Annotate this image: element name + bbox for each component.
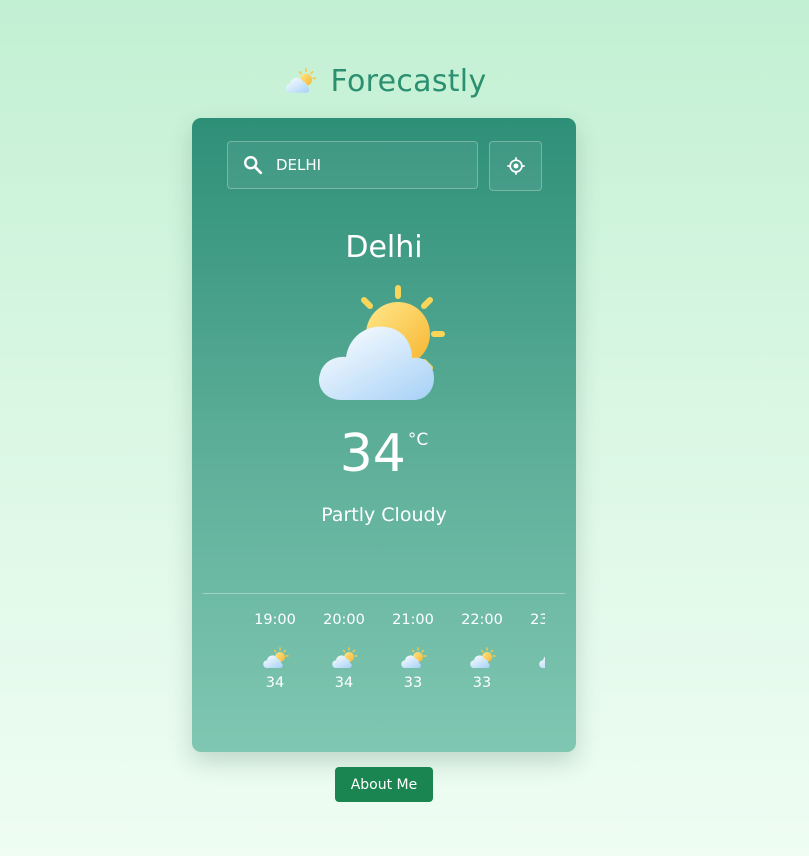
brand-header: Forecastly bbox=[0, 64, 769, 99]
hourly-forecast[interactable]: 19:00 34 20:00 34 21:00 33 22:00 33 23:0… bbox=[237, 611, 545, 711]
city-name: Delhi bbox=[345, 230, 423, 265]
partly-cloudy-icon bbox=[260, 647, 290, 671]
hourly-item: 19:00 34 bbox=[245, 611, 305, 691]
weather-condition: Partly Cloudy bbox=[321, 504, 447, 526]
partly-cloudy-icon bbox=[318, 285, 445, 400]
weather-card: Delhi 34 °C Partly Cloudy 19:00 34 20:00 bbox=[192, 118, 576, 752]
hourly-item: 23:00 bbox=[521, 611, 545, 675]
partly-cloudy-icon bbox=[329, 647, 359, 671]
temperature-unit: °C bbox=[407, 430, 429, 450]
search-icon bbox=[242, 154, 264, 176]
hourly-item: 21:00 33 bbox=[383, 611, 443, 691]
hourly-item: 20:00 34 bbox=[314, 611, 374, 691]
app-title: Forecastly bbox=[330, 64, 487, 99]
city-search-input[interactable] bbox=[274, 155, 468, 175]
hourly-item: 22:00 33 bbox=[452, 611, 512, 691]
crosshair-location-icon bbox=[506, 157, 525, 175]
hour-time: 21:00 bbox=[392, 612, 434, 628]
temperature-value: 34 bbox=[339, 424, 406, 484]
hour-temp: 34 bbox=[265, 675, 285, 691]
current-temperature: 34 °C bbox=[192, 424, 576, 484]
partly-cloudy-icon bbox=[536, 647, 545, 671]
hour-time: 23:00 bbox=[530, 612, 545, 628]
partly-cloudy-icon bbox=[398, 647, 428, 671]
partly-cloudy-icon bbox=[282, 67, 318, 97]
partly-cloudy-icon bbox=[467, 647, 497, 671]
current-location-button[interactable] bbox=[489, 141, 542, 191]
search-box[interactable] bbox=[227, 141, 478, 189]
hour-temp: 33 bbox=[403, 675, 423, 691]
hour-time: 19:00 bbox=[254, 612, 296, 628]
hour-time: 20:00 bbox=[323, 612, 365, 628]
hour-time: 22:00 bbox=[461, 612, 503, 628]
hour-temp: 34 bbox=[334, 675, 354, 691]
about-me-button[interactable]: About Me bbox=[335, 767, 433, 802]
hour-temp: 33 bbox=[472, 675, 492, 691]
divider bbox=[203, 593, 565, 594]
